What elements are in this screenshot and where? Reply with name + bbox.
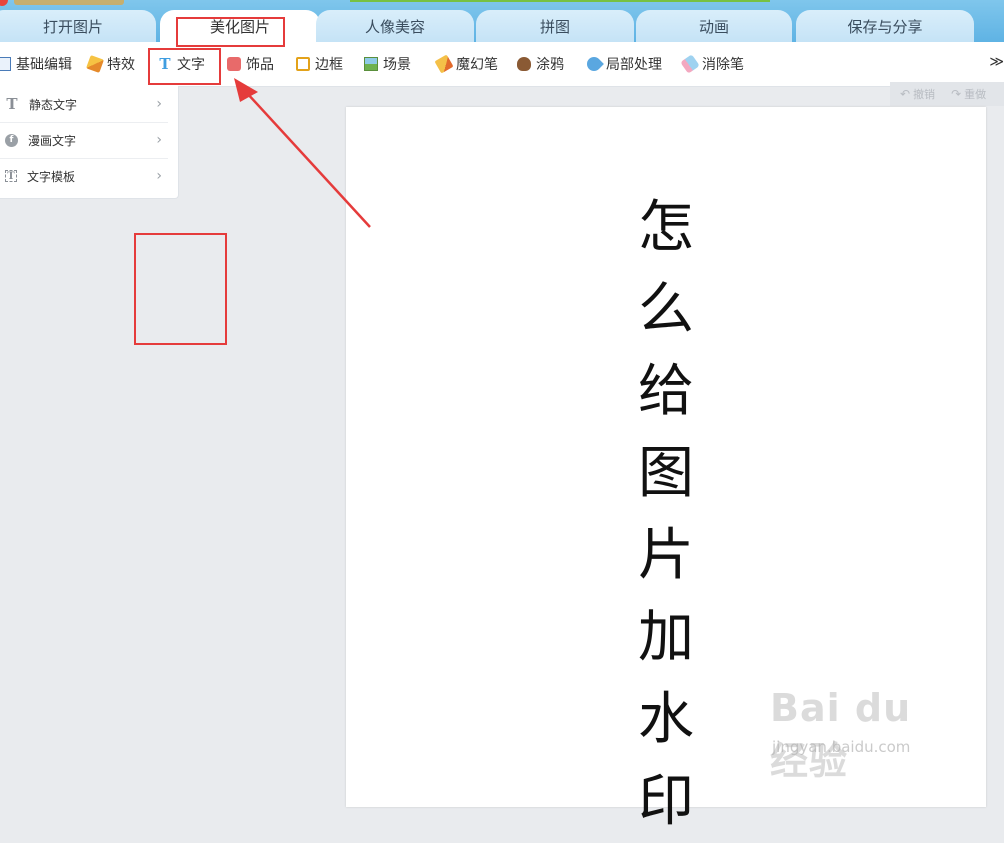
tool-magic-pen[interactable]: 魔幻笔 xyxy=(434,42,498,86)
side-item-static-text[interactable]: T 静态文字 › xyxy=(0,86,168,123)
static-text-icon: T xyxy=(6,95,18,113)
frame-icon xyxy=(296,57,310,71)
baidu-jingyan-watermark: Bai du 经验 jingyan.baidu.com xyxy=(770,680,960,783)
tool-label: 消除笔 xyxy=(702,57,744,73)
basic-edit-icon xyxy=(0,57,11,71)
canvas-character: 怎 xyxy=(638,195,694,260)
comic-text-icon: f xyxy=(5,133,18,147)
tab-open-image[interactable]: 打开图片 xyxy=(0,10,156,42)
tool-basic-edit[interactable]: 基础编辑 xyxy=(0,42,72,86)
tool-label: 涂鸦 xyxy=(536,57,564,73)
undo-label: 撤销 xyxy=(913,88,936,101)
canvas-character: 片 xyxy=(638,523,694,588)
tool-label: 饰品 xyxy=(246,57,274,73)
canvas-vertical-text: 怎 么 给 图 片 加 水 印 xyxy=(631,187,701,843)
tab-collage[interactable]: 拼图 xyxy=(476,10,634,42)
side-item-label: 漫画文字 xyxy=(28,133,77,148)
chevron-right-icon: › xyxy=(156,132,162,148)
redo-label: 重做 xyxy=(964,88,987,101)
tool-eraser[interactable]: 消除笔 xyxy=(680,42,744,86)
tab-save-share[interactable]: 保存与分享 xyxy=(796,10,974,42)
app-logo-icon xyxy=(0,0,8,6)
chevron-right-icon: › xyxy=(156,96,162,112)
tool-label: 场景 xyxy=(383,57,411,73)
side-item-comic-text[interactable]: f 漫画文字 › xyxy=(0,122,168,159)
effects-icon xyxy=(86,55,104,73)
history-bar: ↶ 撤销 ↷ 重做 xyxy=(890,82,1004,106)
scene-icon xyxy=(364,57,378,71)
eraser-icon xyxy=(680,54,700,74)
tool-local-edit[interactable]: 局部处理 xyxy=(584,42,662,86)
text-submenu-panel: T 静态文字 › f 漫画文字 › T 文字模板 › xyxy=(0,86,179,199)
tool-label: 边框 xyxy=(315,57,343,73)
side-item-text-template[interactable]: T 文字模板 › xyxy=(0,158,168,194)
toolbar-more-button[interactable]: ≫ xyxy=(989,54,1004,70)
side-item-label: 文字模板 xyxy=(27,169,76,184)
app-title-strip xyxy=(14,0,124,5)
canvas-character: 水 xyxy=(638,687,694,752)
highlight-box-empty-area xyxy=(134,233,227,345)
tool-label: 局部处理 xyxy=(606,57,662,73)
text-template-icon: T xyxy=(5,170,17,182)
local-edit-icon xyxy=(584,54,604,74)
canvas-character: 印 xyxy=(638,769,694,834)
main-tab-bar: 打开图片 美化图片 人像美容 拼图 动画 保存与分享 xyxy=(0,0,1004,42)
tab-animation[interactable]: 动画 xyxy=(636,10,792,42)
tool-effects[interactable]: 特效 xyxy=(86,42,135,86)
undo-icon: ↶ xyxy=(900,87,911,101)
watermark-sub-text: jingyan.baidu.com xyxy=(772,738,911,756)
watermark-main-text: Bai du 经验 xyxy=(770,686,912,783)
redo-icon: ↷ xyxy=(951,87,962,101)
redo-button[interactable]: ↷ 重做 xyxy=(951,86,986,102)
canvas-character: 图 xyxy=(638,441,694,506)
tool-decoration[interactable]: 饰品 xyxy=(227,42,274,86)
tab-portrait[interactable]: 人像美容 xyxy=(316,10,474,42)
highlight-box-tab xyxy=(176,17,285,47)
undo-button[interactable]: ↶ 撤销 xyxy=(900,86,935,102)
canvas-character: 给 xyxy=(638,359,694,424)
decoration-icon xyxy=(227,57,241,71)
graffiti-icon xyxy=(517,57,531,71)
canvas-character: 么 xyxy=(638,277,694,342)
tool-label: 特效 xyxy=(107,57,135,73)
chevron-right-icon: › xyxy=(156,168,162,184)
tool-label: 魔幻笔 xyxy=(456,57,498,73)
tool-graffiti[interactable]: 涂鸦 xyxy=(517,42,564,86)
canvas-character: 加 xyxy=(638,605,694,670)
tool-scene[interactable]: 场景 xyxy=(364,42,411,86)
magic-pen-icon xyxy=(434,54,454,74)
tool-frame[interactable]: 边框 xyxy=(296,42,343,86)
highlight-box-text-tool xyxy=(148,48,221,85)
accent-strip xyxy=(350,0,770,2)
side-item-label: 静态文字 xyxy=(29,97,78,112)
tool-label: 基础编辑 xyxy=(16,57,72,73)
